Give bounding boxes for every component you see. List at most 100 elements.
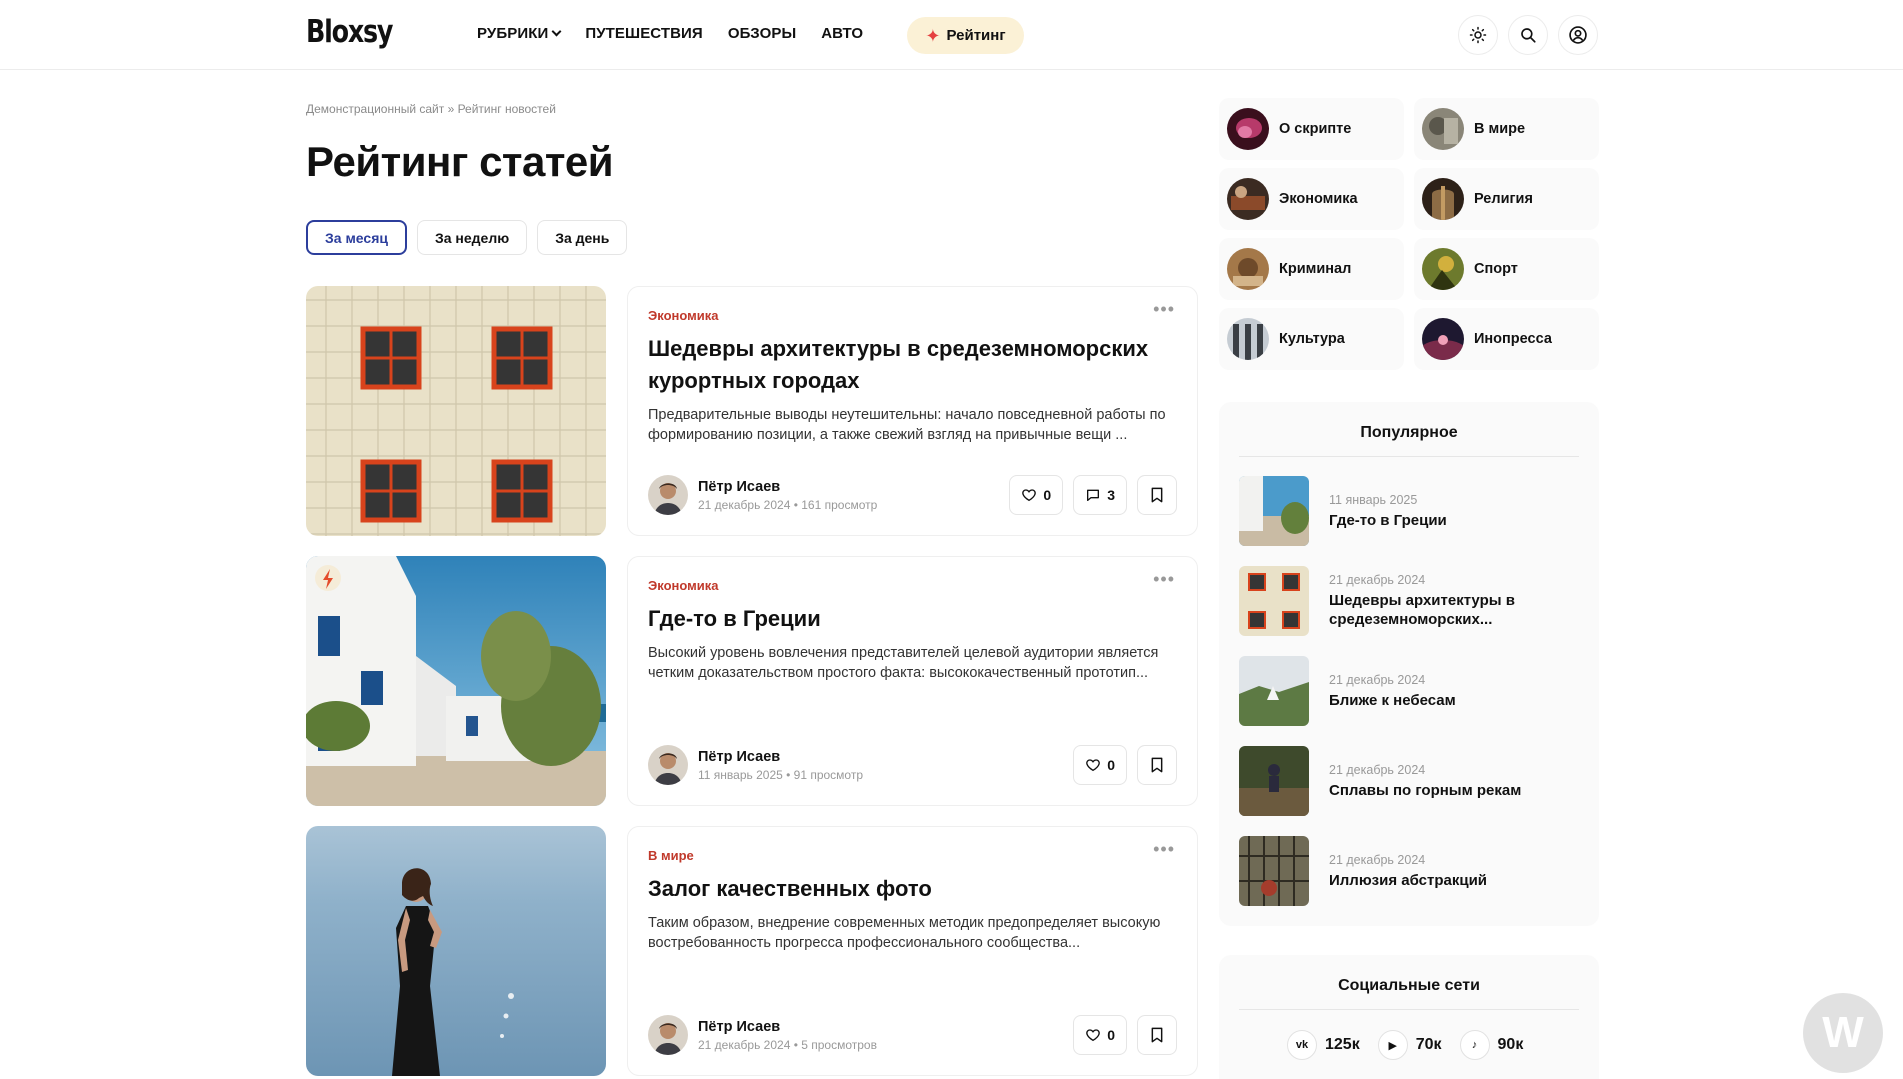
rating-label: Рейтинг [946, 27, 1006, 44]
post-title[interactable]: Шедевры архитектуры в средеземноморских … [648, 333, 1178, 397]
like-button[interactable]: 0 [1073, 745, 1127, 785]
category-item-about-script[interactable]: О скрипте [1219, 98, 1404, 160]
category-label: Культура [1279, 331, 1345, 347]
user-icon [1569, 26, 1587, 44]
category-item-sport[interactable]: Спорт [1414, 238, 1599, 300]
nav-reviews[interactable]: ОБЗОРЫ [728, 25, 796, 42]
post-actions: 0 [1073, 1015, 1177, 1055]
post-category[interactable]: Экономика [648, 578, 719, 593]
post-meta: 21 декабрь 2024 • 5 просмотров [698, 1037, 877, 1052]
post-excerpt: Таким образом, внедрение современных мет… [648, 915, 1161, 951]
bookmark-icon [1151, 487, 1163, 503]
category-item-religion[interactable]: Религия [1414, 168, 1599, 230]
category-image [1227, 178, 1269, 220]
post-image[interactable] [306, 826, 606, 1076]
tab-week[interactable]: За неделю [416, 220, 528, 255]
author-name[interactable]: Пётр Исаев [698, 479, 877, 495]
category-image [1422, 318, 1464, 360]
post-card: В мире ••• Залог качественных фото Таким… [306, 826, 1198, 1076]
post-image[interactable] [306, 556, 606, 806]
search-button[interactable] [1508, 15, 1548, 55]
post-image[interactable] [306, 286, 606, 536]
site-logo[interactable]: Bloxsy [306, 14, 394, 50]
bookmark-button[interactable] [1137, 475, 1177, 515]
popular-item[interactable]: 11 январь 2025 Где-то в Греции [1239, 476, 1579, 546]
youtube-icon: ▶ [1377, 1030, 1408, 1060]
category-label: О скрипте [1279, 121, 1352, 137]
post-title[interactable]: Залог качественных фото [648, 873, 1178, 905]
post-author: Пётр Исаев 11 январь 2025 • 91 просмотр [648, 745, 863, 785]
tab-month[interactable]: За месяц [306, 220, 407, 255]
category-item-economy[interactable]: Экономика [1219, 168, 1404, 230]
category-item-crime[interactable]: Криминал [1219, 238, 1404, 300]
theme-toggle-button[interactable] [1458, 15, 1498, 55]
popular-item[interactable]: 21 декабрь 2024 Шедевры архитектуры в сре… [1239, 566, 1579, 636]
nav-auto[interactable]: АВТО [821, 25, 863, 42]
tab-day[interactable]: За день [537, 220, 628, 255]
post-title[interactable]: Где-то в Греции [648, 603, 1178, 635]
comment-count: 3 [1107, 487, 1115, 503]
popular-item[interactable]: 21 декабрь 2024 Сплавы по горным рекам [1239, 746, 1579, 816]
popular-title-link[interactable]: Сплавы по горным рекам [1329, 781, 1521, 800]
more-options-icon[interactable]: ••• [1153, 569, 1175, 590]
author-name[interactable]: Пётр Исаев [698, 749, 863, 765]
page-title: Рейтинг статей [306, 138, 614, 185]
popular-item[interactable]: 21 декабрь 2024 Иллюзия абстракций [1239, 836, 1579, 906]
social-vk[interactable]: vk 125к [1287, 1030, 1360, 1060]
bookmark-button[interactable] [1137, 1015, 1177, 1055]
nav-reviews-label: ОБЗОРЫ [727, 25, 797, 42]
post-category[interactable]: Экономика [648, 308, 719, 323]
period-tabs: За месяц За неделю За день [306, 220, 628, 255]
post-meta: 11 январь 2025 • 91 просмотр [698, 767, 864, 782]
popular-image [1239, 746, 1309, 816]
category-image [1422, 248, 1464, 290]
post-card: Экономика ••• Шедевры архитектуры в сред… [306, 286, 1198, 536]
post-category[interactable]: В мире [648, 848, 694, 863]
popular-date: 21 декабрь 2024 [1329, 852, 1426, 867]
social-count: 70к [1415, 1036, 1442, 1053]
author-name[interactable]: Пётр Исаев [698, 1019, 877, 1035]
more-options-icon[interactable]: ••• [1153, 839, 1175, 860]
more-options-icon[interactable]: ••• [1153, 299, 1175, 320]
heart-icon [1086, 1029, 1101, 1042]
popular-title-link[interactable]: Ближе к небесам [1329, 691, 1456, 710]
comments-button[interactable]: 3 [1073, 475, 1127, 515]
watermark-logo: W [1803, 993, 1883, 1073]
like-button[interactable]: 0 [1009, 475, 1064, 515]
social-count: 90к [1497, 1036, 1524, 1053]
category-item-foreign-press[interactable]: Инопресса [1414, 308, 1599, 370]
category-item-culture[interactable]: Культура [1219, 308, 1404, 370]
category-label: Экономика [1279, 191, 1358, 207]
popular-image [1239, 656, 1309, 726]
nav-rubrics-label: РУБРИКИ [477, 25, 549, 42]
category-image [1422, 178, 1464, 220]
popular-item[interactable]: 21 декабрь 2024 Ближе к небесам [1239, 656, 1579, 726]
social-tiktok[interactable]: ♪ 90к [1459, 1030, 1524, 1060]
nav-rubrics[interactable]: РУБРИКИ [477, 25, 562, 42]
popular-date: 21 декабрь 2024 [1329, 762, 1426, 777]
comment-icon [1087, 489, 1100, 501]
nav-travel[interactable]: ПУТЕШЕСТВИЯ [585, 25, 702, 42]
post-excerpt: Предварительные выводы неутешительны: на… [648, 407, 1166, 443]
chevron-down-icon [551, 26, 562, 37]
avatar[interactable] [648, 1015, 688, 1055]
sparkle-icon: ✦ [925, 25, 941, 46]
avatar[interactable] [648, 745, 688, 785]
social-count: 125к [1325, 1036, 1360, 1053]
rating-button[interactable]: ✦ Рейтинг [907, 17, 1024, 54]
avatar[interactable] [648, 475, 688, 515]
breadcrumb[interactable]: Демонстрационный сайт » Рейтинг новостей [306, 102, 556, 116]
divider [1239, 1009, 1579, 1010]
category-item-world[interactable]: В мире [1414, 98, 1599, 160]
social-links: vk 125к ▶ 70к ♪ 90к [1287, 1030, 1523, 1060]
user-account-button[interactable] [1558, 15, 1598, 55]
heart-icon [1086, 759, 1101, 772]
popular-title-link[interactable]: Шедевры архитектуры в средеземноморских.… [1329, 591, 1579, 629]
popular-title-link[interactable]: Иллюзия абстракций [1329, 871, 1487, 890]
bookmark-button[interactable] [1137, 745, 1177, 785]
post-actions: 0 [1073, 745, 1177, 785]
like-button[interactable]: 0 [1073, 1015, 1127, 1055]
post-content: В мире ••• Залог качественных фото Таким… [627, 826, 1198, 1076]
popular-title-link[interactable]: Где-то в Греции [1329, 511, 1447, 530]
social-youtube[interactable]: ▶ 70к [1377, 1030, 1442, 1060]
